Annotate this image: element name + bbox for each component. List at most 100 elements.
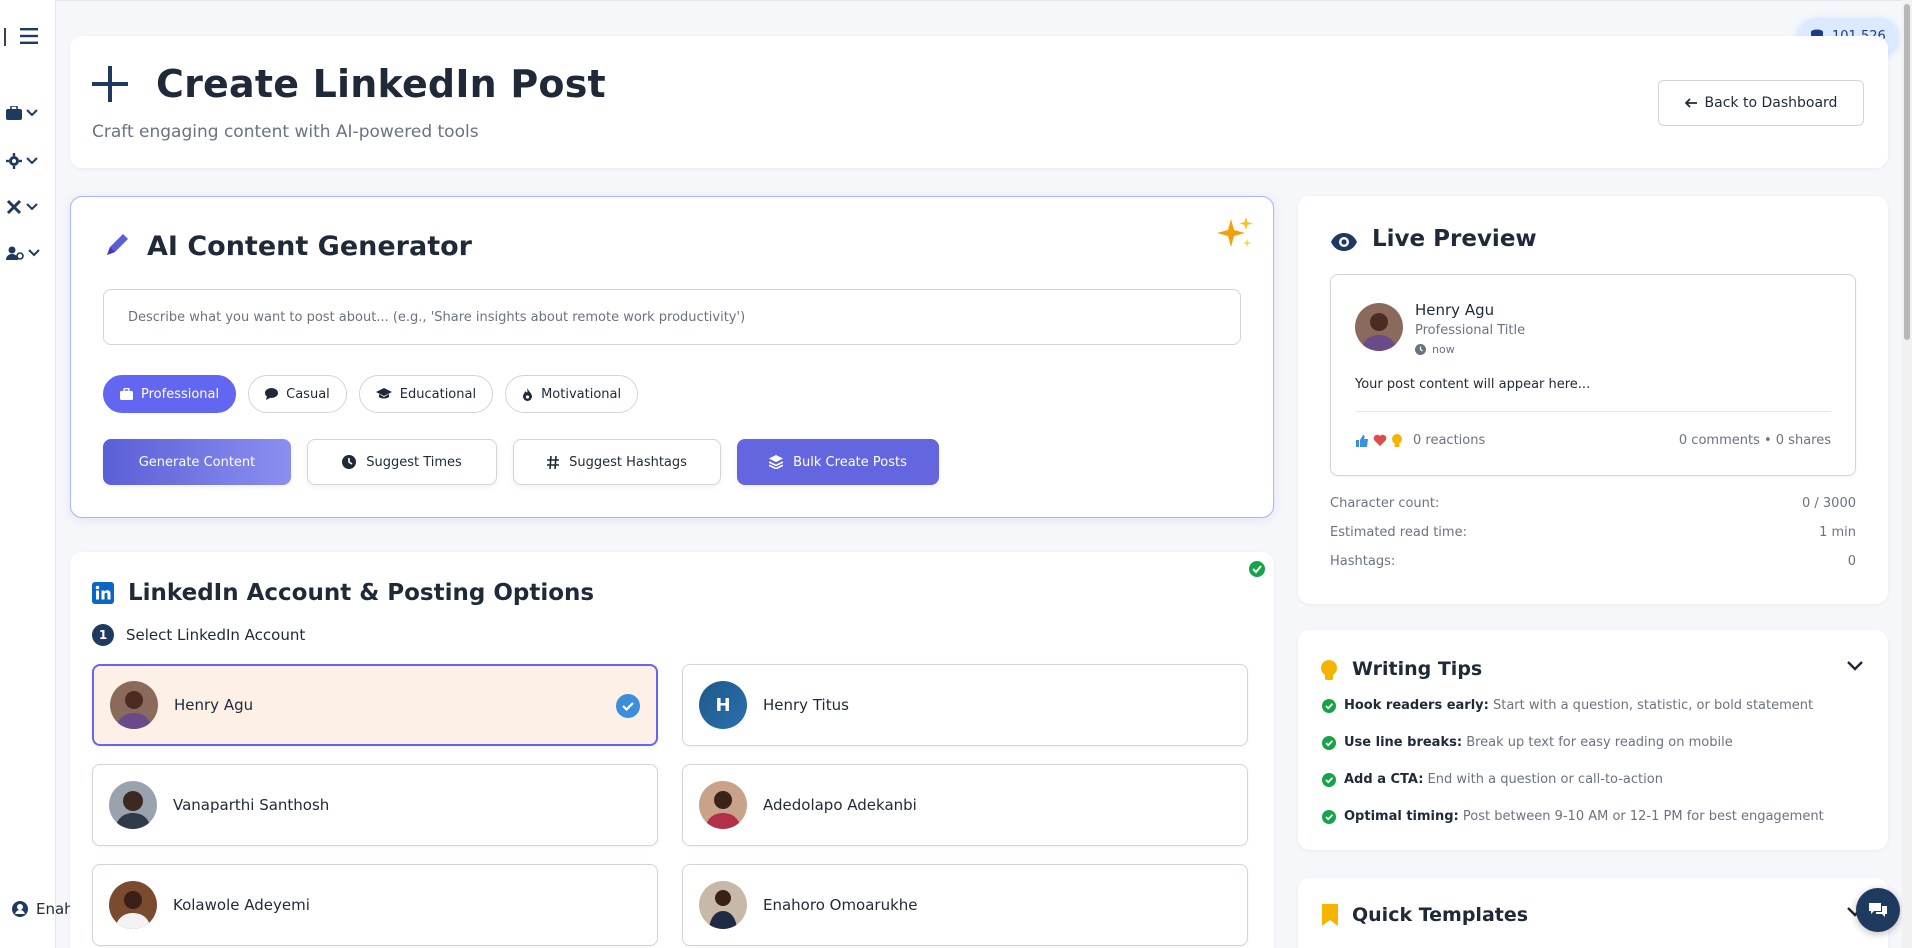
- metric-label: Character count:: [1330, 496, 1440, 511]
- account-card-kolawole-adeyemi[interactable]: Kolawole Adeyemi: [92, 864, 658, 946]
- chevron-down-icon: [26, 203, 38, 211]
- preview-content: Your post content will appear here...: [1355, 377, 1591, 392]
- metric-character-count: Character count: 0 / 3000: [1330, 496, 1856, 511]
- tip-text: Start with a question, statistic, or bol…: [1492, 698, 1814, 713]
- suggest-hashtags-label: Suggest Hashtags: [569, 454, 687, 470]
- tip-item: Add a CTA: End with a question or call-t…: [1322, 772, 1663, 787]
- tone-motivational[interactable]: Motivational: [505, 375, 639, 413]
- user-settings-icon: [6, 246, 24, 260]
- account-card-henry-titus[interactable]: H Henry Titus: [682, 664, 1248, 746]
- preview-timestamp: now: [1415, 343, 1455, 356]
- menu-toggle-button[interactable]: [20, 28, 38, 44]
- tone-label: Motivational: [541, 386, 622, 402]
- tools-icon: [6, 199, 22, 215]
- prompt-input[interactable]: [103, 289, 1241, 345]
- gear-icon: [6, 153, 22, 169]
- back-to-dashboard-button[interactable]: Back to Dashboard: [1658, 80, 1864, 126]
- fire-icon: [523, 387, 533, 401]
- linkedin-icon: [92, 582, 114, 604]
- metric-value: 0 / 3000: [1802, 496, 1856, 511]
- scrollbar-thumb[interactable]: [1904, 4, 1910, 340]
- layers-icon: [769, 455, 784, 469]
- sidebar-item-users[interactable]: [6, 246, 40, 260]
- page-subtitle: Craft engaging content with AI-powered t…: [92, 122, 479, 142]
- metric-label: Estimated read time:: [1330, 525, 1467, 540]
- check-circle-icon: [1322, 772, 1336, 787]
- thumbs-up-icon: [1356, 434, 1368, 447]
- generate-content-button[interactable]: Generate Content: [103, 439, 291, 485]
- reactions-count: 0 reactions: [1413, 433, 1486, 448]
- sidebar-item-tools[interactable]: [6, 199, 38, 215]
- chevron-down-icon: [26, 109, 38, 117]
- tone-casual[interactable]: Casual: [248, 375, 347, 413]
- heart-icon: [1373, 434, 1387, 446]
- preview-author-name: Henry Agu: [1415, 301, 1495, 319]
- selected-check-icon: [616, 694, 640, 718]
- step-label: Select LinkedIn Account: [126, 626, 306, 644]
- account-name: Vanaparthi Santhosh: [173, 796, 330, 814]
- briefcase-icon: [6, 106, 22, 120]
- account-name: Adedolapo Adekanbi: [763, 796, 917, 814]
- avatar: [1355, 303, 1403, 351]
- suggest-times-button[interactable]: Suggest Times: [307, 439, 497, 485]
- user-circle-icon: [12, 901, 28, 917]
- sparkles-icon: [1217, 217, 1253, 247]
- tip-item: Optimal timing: Post between 9-10 AM or …: [1322, 809, 1824, 824]
- tip-text: Break up text for easy reading on mobile: [1466, 735, 1733, 750]
- plus-icon: [92, 66, 128, 102]
- generator-actions: Generate Content Suggest Times Suggest H…: [103, 439, 939, 485]
- accounts-title: LinkedIn Account & Posting Options: [128, 580, 595, 606]
- account-name: Henry Agu: [174, 696, 254, 714]
- briefcase-icon: [120, 388, 133, 400]
- metric-value: 0: [1847, 554, 1856, 569]
- tip-bold: Hook readers early:: [1344, 698, 1489, 713]
- page-scrollbar[interactable]: [1902, 0, 1912, 948]
- chevron-down-icon[interactable]: [1846, 660, 1864, 672]
- tip-text: Post between 9-10 AM or 12-1 PM for best…: [1462, 809, 1824, 824]
- metric-hashtags: Hashtags: 0: [1330, 554, 1856, 569]
- account-card-enahoro-omoarukhe[interactable]: Enahoro Omoarukhe: [682, 864, 1248, 946]
- suggest-hashtags-button[interactable]: Suggest Hashtags: [513, 439, 721, 485]
- graduation-cap-icon: [375, 388, 392, 399]
- live-preview: Live Preview Henry Agu Professional Titl…: [1298, 196, 1888, 604]
- account-name: Henry Titus: [763, 696, 849, 714]
- tone-label: Educational: [399, 386, 477, 402]
- account-name: Enahoro Omoarukhe: [763, 896, 918, 914]
- metric-label: Hashtags:: [1330, 554, 1396, 569]
- writing-tips: Writing Tips Hook readers early: Start w…: [1298, 630, 1888, 850]
- bulk-create-label: Bulk Create Posts: [793, 454, 907, 470]
- lightbulb-icon: [1321, 660, 1337, 680]
- chevron-down-icon: [26, 157, 38, 165]
- bulk-create-posts-button[interactable]: Bulk Create Posts: [737, 439, 939, 485]
- account-card-vanaparthi-santhosh[interactable]: Vanaparthi Santhosh: [92, 764, 658, 846]
- step-select-account: 1 Select LinkedIn Account: [92, 624, 305, 646]
- tips-title: Writing Tips: [1352, 658, 1483, 680]
- metric-value: 1 min: [1819, 525, 1856, 540]
- preview-time: now: [1432, 343, 1455, 356]
- templates-title: Quick Templates: [1352, 904, 1529, 926]
- check-circle-icon: [1322, 735, 1336, 750]
- hamburger-icon: [20, 28, 38, 44]
- generate-content-label: Generate Content: [138, 454, 256, 470]
- avatar: [109, 781, 157, 829]
- linkedin-account-options: LinkedIn Account & Posting Options 1 Sel…: [70, 552, 1274, 948]
- tone-professional[interactable]: Professional: [103, 375, 237, 413]
- lightbulb-icon: [1392, 433, 1402, 447]
- account-name: Kolawole Adeyemi: [173, 896, 310, 914]
- tip-item: Hook readers early: Start with a questio…: [1322, 698, 1813, 713]
- bookmark-icon: [1322, 904, 1338, 926]
- account-card-adedolapo-adekanbi[interactable]: Adedolapo Adekanbi: [682, 764, 1248, 846]
- quick-templates: Quick Templates: [1298, 878, 1888, 948]
- top-divider: [56, 0, 1902, 1]
- ai-content-generator: AI Content Generator Professional Casual…: [70, 196, 1274, 518]
- generator-title: AI Content Generator: [147, 231, 472, 262]
- chat-button[interactable]: [1856, 888, 1900, 932]
- arrow-left-icon: [1684, 98, 1697, 108]
- step-number: 1: [92, 624, 114, 646]
- sidebar-item-settings[interactable]: [6, 153, 38, 169]
- tip-bold: Add a CTA:: [1344, 772, 1424, 787]
- avatar: [110, 681, 158, 729]
- tone-educational[interactable]: Educational: [358, 375, 494, 413]
- account-card-henry-agu[interactable]: Henry Agu: [92, 664, 658, 746]
- sidebar-item-briefcase[interactable]: [6, 106, 38, 120]
